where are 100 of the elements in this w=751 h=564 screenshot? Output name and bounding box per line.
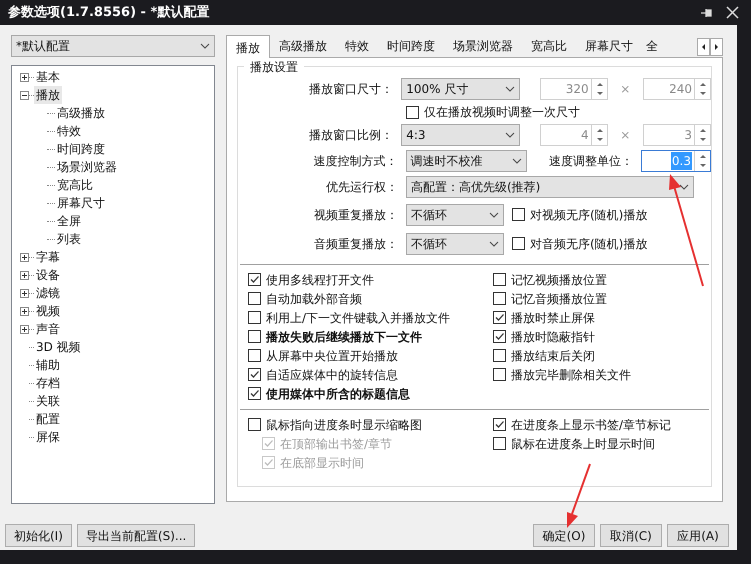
tree-item[interactable]: 全屏 xyxy=(55,212,83,230)
checkbox[interactable] xyxy=(493,330,506,343)
checkbox-label: 播放时禁止屏保 xyxy=(511,310,595,326)
chevron-down-icon xyxy=(504,86,515,92)
checkbox-label: 播放失败后继续播放下一文件 xyxy=(266,328,422,346)
expand-icon[interactable] xyxy=(20,306,29,316)
field-label: 播放窗口比例： xyxy=(308,127,394,144)
checkbox[interactable] xyxy=(248,273,261,286)
chevron-down-icon xyxy=(489,240,499,246)
dropdown[interactable]: 100% 尺寸 xyxy=(401,78,520,100)
dialog-button[interactable]: 应用(A) xyxy=(667,524,729,547)
tree-item[interactable]: 设备 xyxy=(34,266,62,284)
spin-field[interactable]: 240 xyxy=(643,78,711,100)
times-sign: × xyxy=(619,127,632,144)
spin-field[interactable]: 4 xyxy=(540,124,608,146)
field-label: 播放窗口尺寸： xyxy=(308,81,394,98)
checkbox[interactable] xyxy=(512,208,525,221)
tree-item[interactable]: 播放 xyxy=(34,86,62,104)
tree-item[interactable]: 辅助 xyxy=(34,356,62,374)
checkbox[interactable] xyxy=(248,418,261,431)
spin-field[interactable]: 320 xyxy=(540,78,608,100)
group-title: 播放设置 xyxy=(244,58,304,76)
tree-item[interactable]: 配置 xyxy=(34,410,62,428)
checkbox-label: 播放结束后关闭 xyxy=(511,348,595,364)
dropdown[interactable]: 调速时不校准 xyxy=(406,150,528,172)
tab[interactable]: 宽高比 xyxy=(522,37,576,57)
checkbox-label: 鼠标在进度条上时显示时间 xyxy=(511,436,655,452)
tab[interactable]: 时间跨度 xyxy=(378,37,444,57)
tree-item[interactable]: 高级播放 xyxy=(55,104,107,122)
tree-item[interactable]: 场景浏览器 xyxy=(55,158,119,176)
tree-item[interactable]: 存档 xyxy=(34,374,62,392)
checkbox[interactable] xyxy=(493,418,506,431)
checkbox[interactable] xyxy=(248,368,261,381)
checkbox[interactable] xyxy=(493,273,506,286)
dropdown[interactable]: 不循环 xyxy=(406,232,504,254)
tree-item[interactable]: 列表 xyxy=(55,230,83,248)
dropdown[interactable]: 4:3 xyxy=(401,124,520,146)
window-title: 参数选项(1.7.8556) - *默认配置 xyxy=(8,4,210,22)
checkbox-label: 自适应媒体中的旋转信息 xyxy=(266,366,398,384)
checkbox[interactable] xyxy=(493,349,506,362)
expand-icon[interactable] xyxy=(20,252,29,262)
tab[interactable]: 屏幕尺寸 xyxy=(576,37,642,57)
tree-item[interactable]: 屏保 xyxy=(34,428,62,446)
tree-item[interactable]: 字幕 xyxy=(34,248,62,266)
checkbox-label: 从屏幕中央位置开始播放 xyxy=(266,348,398,364)
tab[interactable]: 场景浏览器 xyxy=(444,37,522,57)
checkbox[interactable] xyxy=(406,106,419,118)
tree-item[interactable]: 宽高比 xyxy=(55,176,95,194)
tree-item[interactable]: 特效 xyxy=(55,122,83,140)
tree-item[interactable]: 关联 xyxy=(34,392,62,410)
chevron-down-icon xyxy=(489,212,499,218)
checkbox-label: 对音频无序(随机)播放 xyxy=(530,236,648,252)
tab[interactable]: 高级播放 xyxy=(270,37,336,57)
field-label: 优先运行权： xyxy=(325,179,398,196)
checkbox[interactable] xyxy=(248,292,261,305)
scroll-left-icon[interactable] xyxy=(697,38,710,56)
checkbox[interactable] xyxy=(493,311,506,324)
checkbox-label: 自动加载外部音频 xyxy=(266,290,362,308)
dialog-button[interactable]: 取消(C) xyxy=(600,524,662,547)
checkbox[interactable] xyxy=(248,311,261,324)
field-label: 音频重复播放： xyxy=(313,236,398,252)
checkbox-label: 在底部显示时间 xyxy=(280,454,364,472)
dropdown[interactable]: 不循环 xyxy=(406,204,504,226)
expand-icon[interactable] xyxy=(20,270,29,280)
field-label: 视频重复播放： xyxy=(313,206,398,224)
checkbox[interactable] xyxy=(493,437,506,450)
checkbox[interactable] xyxy=(493,292,506,305)
tree-item[interactable]: 视频 xyxy=(34,302,62,320)
dropdown[interactable]: 高配置：高优先级(推荐) xyxy=(406,176,694,198)
close-icon[interactable] xyxy=(726,6,739,19)
tree-item[interactable]: 时间跨度 xyxy=(55,140,107,158)
checkbox-label: 在进度条上显示书签/章节标记 xyxy=(511,416,672,434)
checkbox[interactable] xyxy=(493,368,506,381)
dialog-button[interactable]: 初始化(I) xyxy=(5,524,72,547)
tree-item[interactable]: 声音 xyxy=(34,320,62,338)
tree-item[interactable]: 屏幕尺寸 xyxy=(55,194,107,212)
expand-icon[interactable] xyxy=(20,288,29,298)
tab[interactable]: 全 xyxy=(642,37,662,57)
checkbox-label: 记忆视频播放位置 xyxy=(511,272,607,288)
expand-icon[interactable] xyxy=(20,72,29,82)
tab[interactable]: 特效 xyxy=(336,37,378,57)
checkbox[interactable] xyxy=(248,349,261,362)
dialog-button[interactable]: 确定(O) xyxy=(533,524,595,547)
tab[interactable]: 播放 xyxy=(226,35,270,58)
dialog-button[interactable]: 导出当前配置(S)... xyxy=(76,524,196,547)
checkbox[interactable] xyxy=(248,387,261,400)
pin-icon[interactable] xyxy=(700,6,714,18)
checkbox-label: 在顶部输出书签/章节 xyxy=(280,436,392,452)
tree-item[interactable]: 滤镜 xyxy=(34,284,62,302)
scroll-right-icon[interactable] xyxy=(710,38,723,56)
spin-field[interactable]: 3 xyxy=(643,124,711,146)
field-label: 速度控制方式： xyxy=(312,153,398,170)
expand-icon[interactable] xyxy=(20,324,29,334)
checkbox[interactable] xyxy=(248,330,261,343)
tree-item[interactable]: 3D 视频 xyxy=(34,338,83,356)
tree-item[interactable]: 基本 xyxy=(34,68,62,86)
checkbox-label: 播放时隐蔽指针 xyxy=(511,328,595,346)
collapse-icon[interactable] xyxy=(20,90,29,100)
checkbox[interactable] xyxy=(512,237,525,250)
dropdown[interactable]: *默认配置 xyxy=(11,35,215,57)
